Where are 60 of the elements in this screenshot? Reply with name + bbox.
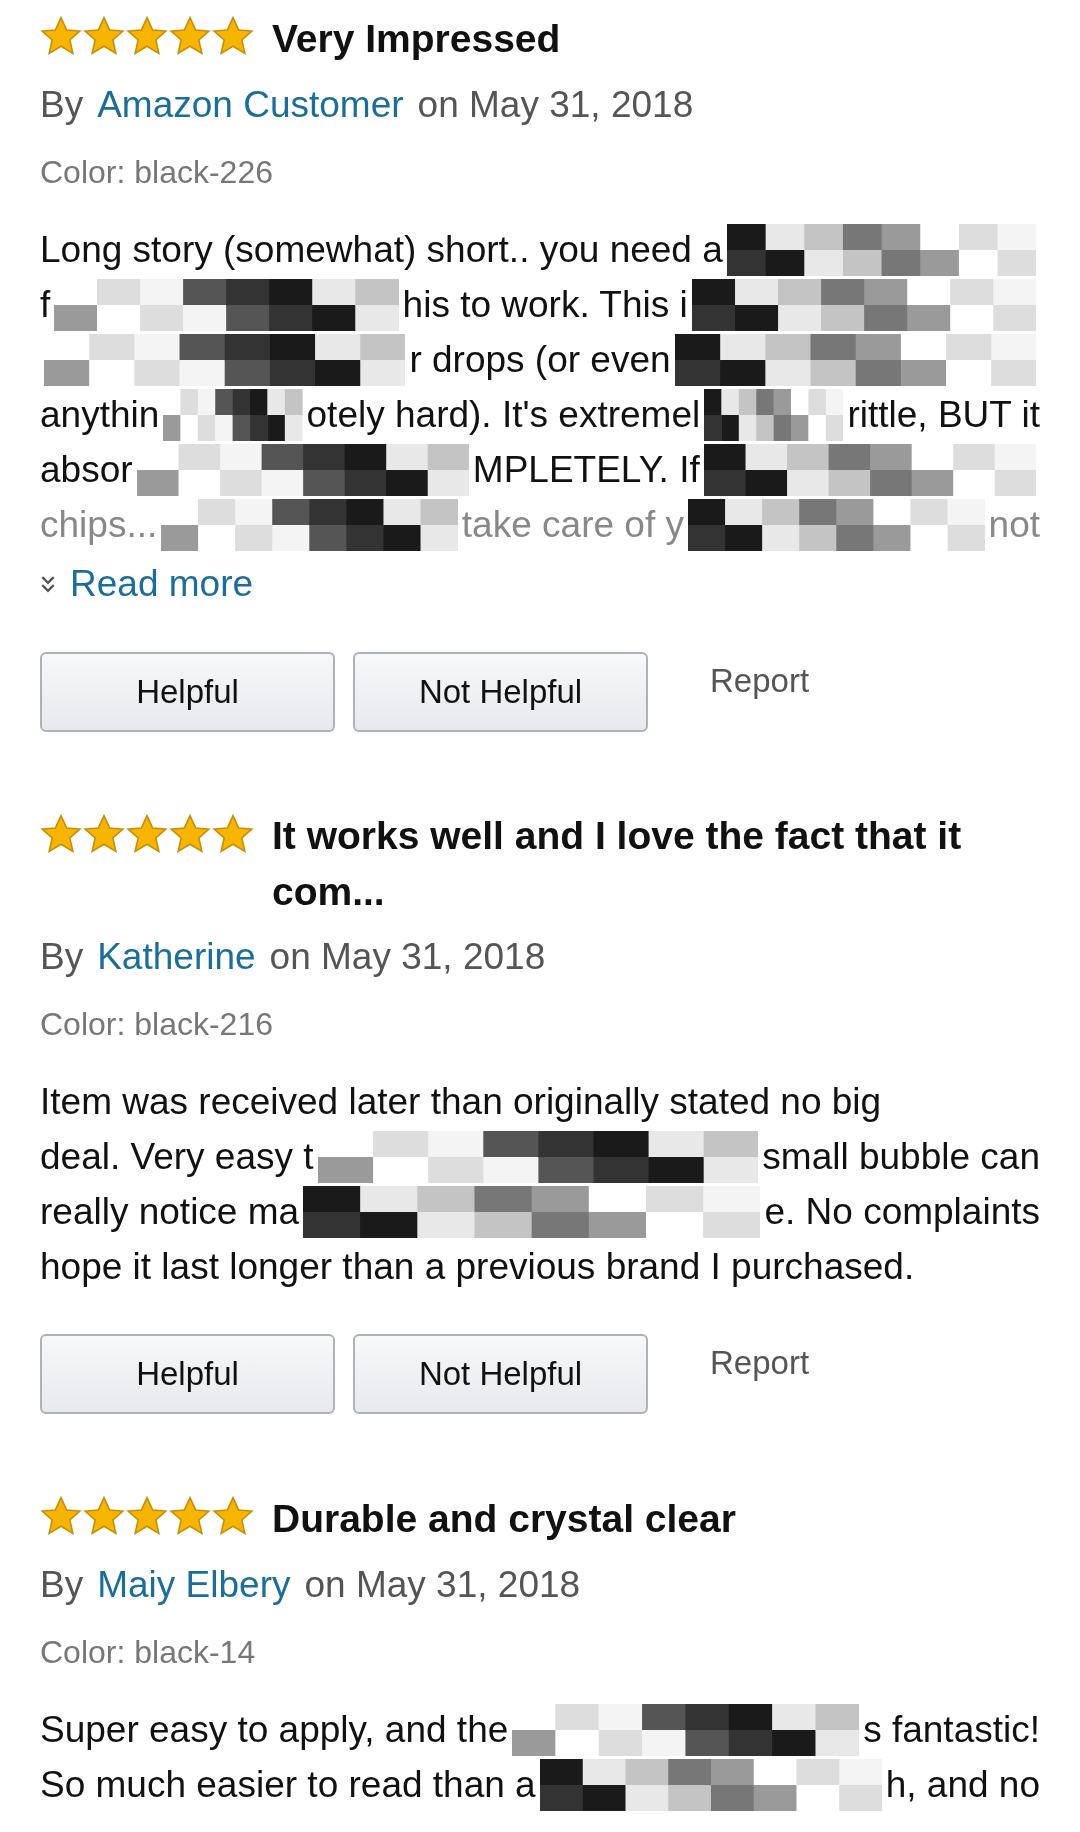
by-label: By bbox=[40, 83, 84, 127]
review-date: on May 31, 2018 bbox=[304, 1563, 581, 1607]
not-helpful-button[interactable]: Not Helpful bbox=[353, 1334, 648, 1414]
review-text: f bbox=[40, 283, 51, 326]
star-icon bbox=[83, 16, 125, 56]
review-text: really notice ma bbox=[40, 1190, 300, 1233]
variant-label: Color: black-14 bbox=[40, 1633, 257, 1672]
review-date: on May 31, 2018 bbox=[417, 83, 694, 127]
review-text: Long story (somewhat) short.. you need a bbox=[40, 228, 723, 271]
helpful-button[interactable]: Helpful bbox=[40, 652, 335, 732]
variant-label: Color: black-226 bbox=[40, 153, 274, 192]
read-more-link[interactable]: Read more bbox=[40, 556, 254, 612]
review-text: small bubble can bbox=[762, 1135, 1040, 1178]
review-text: absor bbox=[40, 448, 133, 491]
review-text: h, and no bbox=[885, 1763, 1040, 1806]
review-text: chips... bbox=[40, 503, 158, 546]
review-text: Super easy to apply, and the bbox=[40, 1708, 509, 1751]
star-icon bbox=[212, 814, 254, 854]
by-label: By bbox=[40, 935, 84, 979]
review-title: Very Impressed bbox=[272, 16, 561, 62]
not-helpful-button[interactable]: Not Helpful bbox=[353, 652, 648, 732]
star-icon bbox=[126, 16, 168, 56]
review-text: r drops (or even bbox=[409, 338, 671, 381]
review-text: rittle, BUT it bbox=[847, 393, 1040, 436]
review-text: s fantastic! bbox=[863, 1708, 1040, 1751]
star-icon bbox=[83, 1496, 125, 1536]
author-link[interactable]: Maiy Elbery bbox=[97, 1552, 291, 1618]
star-icon bbox=[83, 814, 125, 854]
review-text: take care of y bbox=[461, 503, 684, 546]
review-text: his to work. This i bbox=[402, 283, 688, 326]
star-icon bbox=[169, 16, 211, 56]
report-link[interactable]: Report bbox=[710, 1344, 810, 1382]
review-text: anythin bbox=[40, 393, 160, 436]
review-text: e. No complaints bbox=[764, 1190, 1040, 1233]
review-title: Durable and crystal clear bbox=[272, 1496, 736, 1542]
star-icon bbox=[40, 1496, 82, 1536]
author-link[interactable]: Katherine bbox=[97, 924, 256, 990]
star-icon bbox=[40, 16, 82, 56]
by-label: By bbox=[40, 1563, 84, 1607]
star-icon bbox=[169, 1496, 211, 1536]
review-text: otely hard). It's extremel bbox=[306, 393, 701, 436]
review-text: not bbox=[988, 503, 1040, 546]
review-text: So much easier to read than a bbox=[40, 1763, 536, 1806]
helpful-button[interactable]: Helpful bbox=[40, 1334, 335, 1414]
star-icon bbox=[169, 814, 211, 854]
star-icon bbox=[126, 814, 168, 854]
chevron-down-icon bbox=[40, 574, 56, 594]
star-icon bbox=[126, 1496, 168, 1536]
variant-label: Color: black-216 bbox=[40, 1005, 274, 1044]
report-link[interactable]: Report bbox=[710, 662, 810, 700]
review-date: on May 31, 2018 bbox=[269, 935, 546, 979]
review-text: Item was received later than originally stated no big bbox=[40, 1080, 882, 1123]
star-icon bbox=[212, 1496, 254, 1536]
review-text: deal. Very easy t bbox=[40, 1135, 314, 1178]
star-icon bbox=[40, 814, 82, 854]
author-link[interactable]: Amazon Customer bbox=[97, 72, 404, 138]
review-title: It works well and I love the fact that it com... bbox=[272, 813, 963, 915]
review-text: hope it last longer than a previous brand I purchased. bbox=[40, 1245, 915, 1288]
review-text: MPLETELY. If bbox=[472, 448, 700, 491]
star-icon bbox=[212, 16, 254, 56]
